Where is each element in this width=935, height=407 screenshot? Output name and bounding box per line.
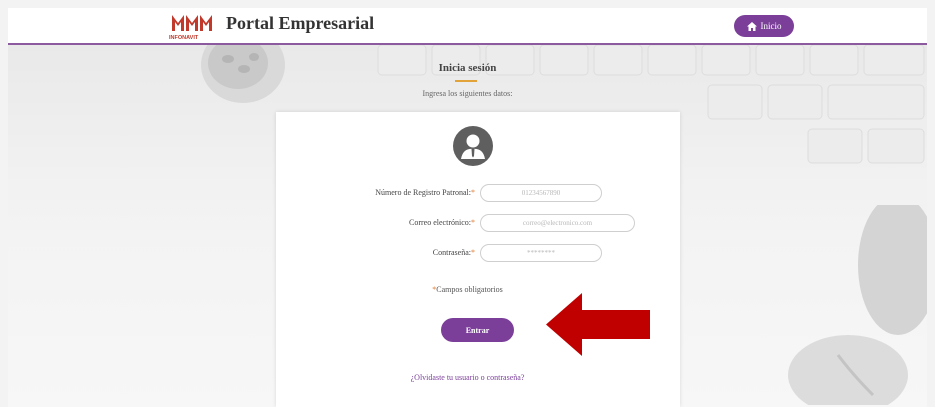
page: INFONAVIT Portal Empresarial Inicio Inic…: [0, 0, 935, 407]
home-icon: [746, 21, 757, 31]
forgot-credentials-link[interactable]: ¿Olvidaste tu usuario o contraseña?: [0, 373, 935, 382]
password-label: Contraseña:*: [432, 248, 475, 257]
required-fields-note: *Campos obligatorios: [432, 285, 503, 294]
site-header: INFONAVIT Portal Empresarial Inicio: [8, 8, 927, 45]
registro-patronal-input[interactable]: [480, 184, 602, 202]
login-subtitle: Ingresa los siguientes datos:: [422, 89, 513, 98]
password-input[interactable]: [480, 244, 602, 262]
registro-patronal-label: Número de Registro Patronal:*: [375, 188, 475, 197]
home-button[interactable]: Inicio: [734, 15, 794, 37]
home-button-label: Inicio: [760, 21, 782, 31]
email-input[interactable]: [480, 214, 635, 232]
portal-title: Portal Empresarial: [226, 13, 375, 33]
email-label: Correo electrónico:*: [409, 218, 475, 227]
title-underline: [455, 80, 477, 82]
login-submit-button[interactable]: Entrar: [441, 318, 514, 342]
red-arrow-icon: [546, 293, 650, 356]
coffee-cup-image: [201, 45, 285, 103]
svg-text:INFONAVIT: INFONAVIT: [169, 35, 199, 41]
infonavit-logo: INFONAVIT: [169, 15, 212, 41]
login-title: Inicia sesión: [438, 62, 497, 74]
user-avatar-icon: [453, 126, 493, 166]
